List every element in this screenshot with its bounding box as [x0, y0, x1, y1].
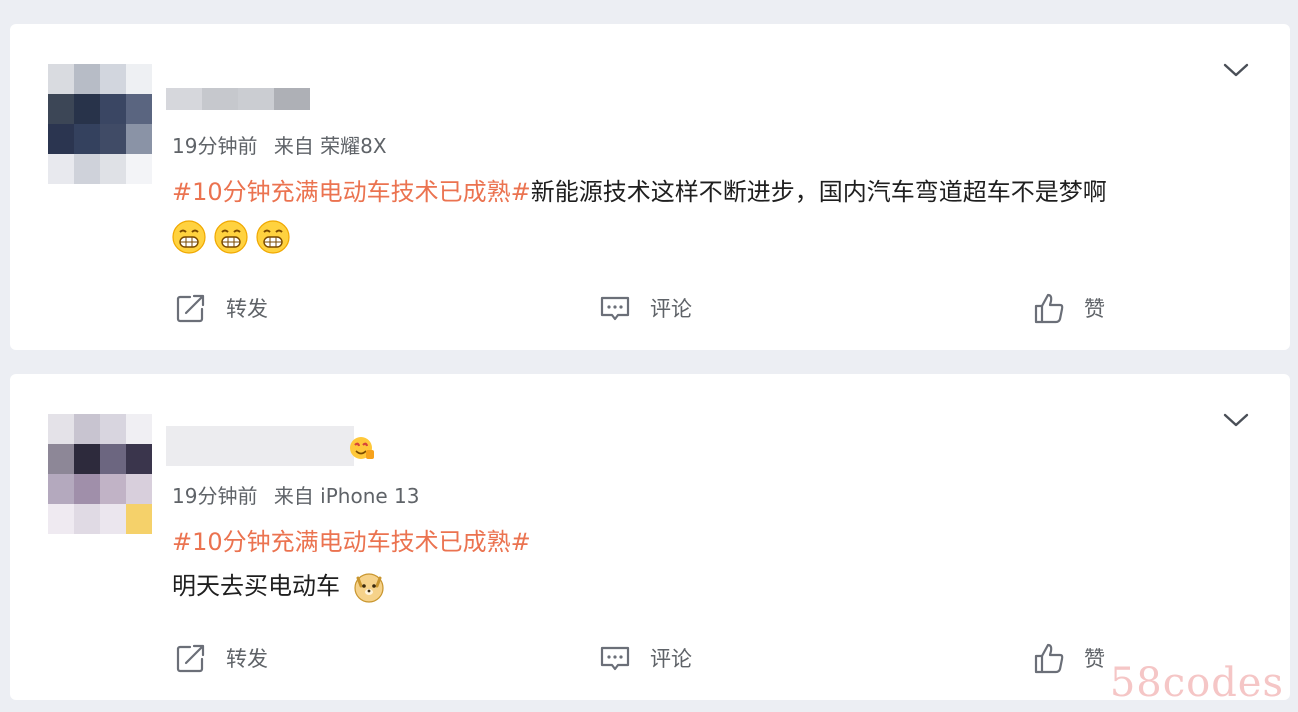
topic-link[interactable]: #10分钟充满电动车技术已成熟# — [172, 528, 531, 556]
post-text: 明天去买电动车 — [172, 572, 340, 600]
avatar[interactable] — [48, 414, 152, 534]
grinning-face-icon — [256, 220, 290, 254]
post-source: 来自 iPhone 13 — [273, 484, 420, 508]
action-bar: 转发 评论 赞 — [10, 638, 1290, 678]
repost-icon — [176, 644, 205, 673]
doge-icon — [352, 570, 386, 604]
post-card-1: 19分钟前 来自 荣耀8X #10分钟充满电动车技术已成熟#新能源技术这样不断进… — [10, 24, 1290, 350]
post-content: #10分钟充满电动车技术已成熟#新能源技术这样不断进步，国内汽车弯道超车不是梦啊 — [172, 172, 1107, 207]
vip-badge-icon — [348, 434, 376, 462]
repost-button[interactable]: 转发 — [174, 288, 268, 328]
like-button[interactable]: 赞 — [1032, 638, 1105, 678]
grinning-face-icon — [172, 220, 206, 254]
repost-button[interactable]: 转发 — [174, 638, 268, 678]
thumbs-up-icon — [1034, 293, 1064, 324]
username-blurred[interactable] — [166, 88, 310, 110]
comment-label: 评论 — [650, 297, 692, 321]
username-blurred[interactable] — [166, 426, 354, 466]
post-meta: 19分钟前 来自 荣耀8X — [172, 130, 397, 159]
post-text: 新能源技术这样不断进步，国内汽车弯道超车不是梦啊 — [530, 178, 1107, 206]
emoji-row — [172, 220, 298, 260]
repost-label: 转发 — [226, 647, 268, 671]
post-content: #10分钟充满电动车技术已成熟# — [172, 522, 531, 557]
comment-button[interactable]: 评论 — [598, 288, 692, 328]
post-time: 19分钟前 — [172, 134, 258, 158]
like-label: 赞 — [1084, 647, 1105, 671]
avatar[interactable] — [48, 64, 152, 184]
comment-icon — [600, 296, 630, 321]
grinning-face-icon — [214, 220, 248, 254]
post-meta: 19分钟前 来自 iPhone 13 — [172, 480, 430, 509]
post-source: 来自 荣耀8X — [273, 134, 387, 158]
comment-label: 评论 — [650, 647, 692, 671]
action-bar: 转发 评论 赞 — [10, 288, 1290, 328]
watermark: 58codes — [1109, 660, 1284, 706]
repost-icon — [176, 294, 205, 323]
topic-link[interactable]: #10分钟充满电动车技术已成熟# — [172, 178, 531, 206]
post-text-line: 明天去买电动车 — [172, 566, 394, 604]
like-button[interactable]: 赞 — [1032, 288, 1105, 328]
post-time: 19分钟前 — [172, 484, 258, 508]
comment-button[interactable]: 评论 — [598, 638, 692, 678]
repost-label: 转发 — [226, 297, 268, 321]
chevron-down-icon[interactable] — [1222, 410, 1250, 430]
chevron-down-icon[interactable] — [1222, 60, 1250, 80]
post-card-2: 19分钟前 来自 iPhone 13 #10分钟充满电动车技术已成熟# 明天去买… — [10, 374, 1290, 700]
thumbs-up-icon — [1034, 643, 1064, 674]
like-label: 赞 — [1084, 297, 1105, 321]
comment-icon — [600, 646, 630, 671]
